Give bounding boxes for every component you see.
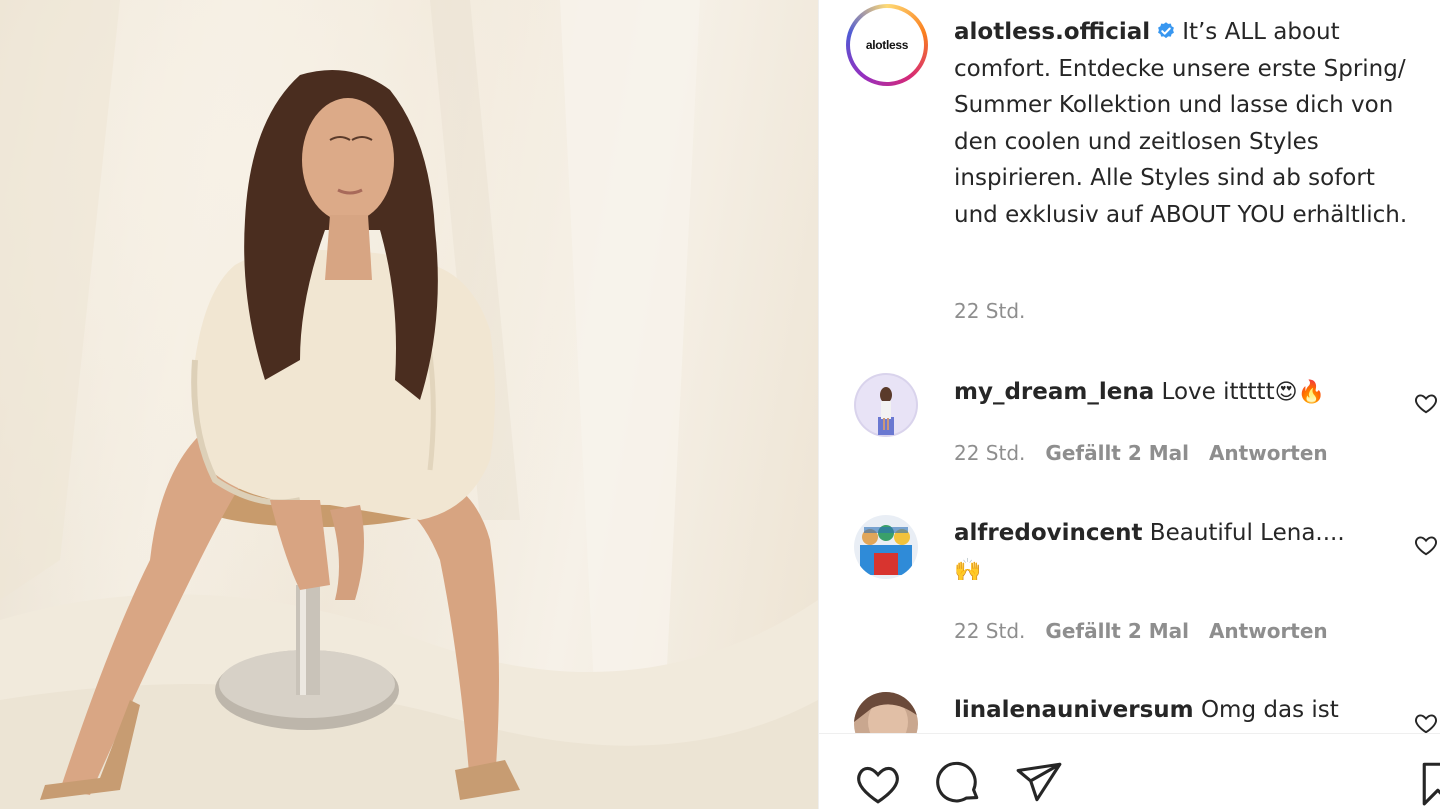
comment-reply-button[interactable]: Antworten <box>1209 441 1328 465</box>
author-avatar[interactable]: alotless <box>846 4 928 86</box>
comment-meta: 22 Std. Gefällt 2 Mal Antworten <box>954 441 1328 465</box>
comment-avatar[interactable] <box>854 515 918 579</box>
comment-emoji: 🙌 <box>954 558 982 583</box>
comment-text: Love ittttt <box>1161 379 1275 405</box>
comment-avatar-image <box>854 515 918 579</box>
comment-like-heart-icon[interactable] <box>1413 390 1439 416</box>
comment-text: Omg das ist <box>1200 697 1339 723</box>
comment-username[interactable]: linalenauniversum <box>954 697 1194 723</box>
author-username[interactable]: alotless.official <box>954 19 1150 45</box>
comment-username[interactable]: alfredovincent <box>954 520 1142 546</box>
comment-avatar[interactable] <box>854 373 918 437</box>
post-time[interactable]: 22 Std. <box>954 299 1025 323</box>
post-photo[interactable] <box>0 0 818 809</box>
comment-likes[interactable]: Gefällt 2 Mal <box>1045 441 1189 465</box>
comment-time[interactable]: 22 Std. <box>954 619 1025 643</box>
comment-icon[interactable] <box>934 758 984 808</box>
photo-illustration <box>0 0 818 809</box>
comment: my_dream_lena Love ittttt😍🔥 <box>954 374 1374 411</box>
avatar-brand-text: alotless <box>865 38 909 52</box>
comment-like-heart-icon[interactable] <box>1413 710 1439 733</box>
verified-badge-icon <box>1158 22 1175 39</box>
heart-icon[interactable] <box>853 758 903 808</box>
comment-avatar-image <box>854 692 918 733</box>
comment-username[interactable]: my_dream_lena <box>954 379 1154 405</box>
comment-time[interactable]: 22 Std. <box>954 441 1025 465</box>
comment-meta: 22 Std. Gefällt 2 Mal Antworten <box>954 619 1328 643</box>
comment-clip: linalenauniversum Omg das ist <box>819 680 1440 733</box>
comment-likes[interactable]: Gefällt 2 Mal <box>1045 619 1189 643</box>
comment-avatar-image <box>854 373 918 437</box>
comment-emoji: 😍🔥 <box>1274 380 1325 405</box>
comment-text: Beautiful Lena.... <box>1149 520 1345 546</box>
comment: alfredovincent Beautiful Lena.... 🙌 <box>954 515 1374 589</box>
comment-like-heart-icon[interactable] <box>1413 532 1439 558</box>
comment-avatar[interactable] <box>854 692 918 733</box>
share-icon[interactable] <box>1014 758 1064 808</box>
comment-reply-button[interactable]: Antworten <box>1209 619 1328 643</box>
caption-text: It’s ALL about comfort. Entdecke unsere … <box>954 19 1408 228</box>
post-caption: alotless.official It’s ALL about comfort.… <box>954 14 1424 233</box>
actions-separator <box>819 733 1440 734</box>
bookmark-icon[interactable] <box>1418 758 1440 808</box>
comment: linalenauniversum Omg das ist <box>954 692 1374 729</box>
